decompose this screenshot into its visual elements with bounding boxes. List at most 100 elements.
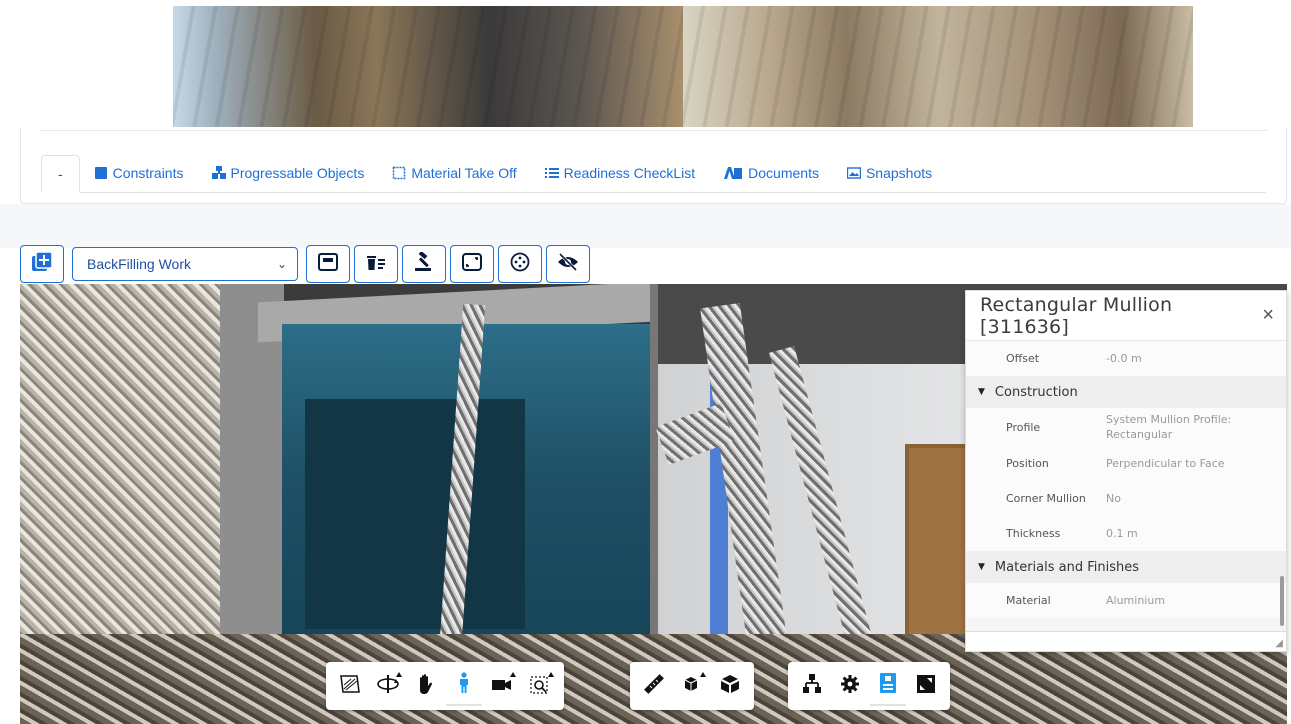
expand-button[interactable] (450, 245, 494, 283)
properties-footer: ◢ (966, 631, 1286, 651)
properties-icon (879, 672, 897, 699)
first-person-icon (456, 671, 472, 699)
tab-constraints[interactable]: Constraints (80, 154, 198, 192)
gavel-icon (413, 250, 435, 277)
property-value: System Mullion Profile: Rectangular (1106, 413, 1232, 441)
add-activity-button[interactable] (20, 245, 64, 283)
pan-icon (416, 673, 436, 700)
property-key: Position (1006, 457, 1049, 470)
section-construction[interactable]: ▼ Construction (966, 376, 1286, 408)
section-label: Materials and Finishes (994, 559, 1140, 575)
expand-arrow-icon (548, 672, 554, 677)
fullscreen-icon (916, 674, 936, 699)
square-icon (94, 166, 108, 180)
tab-label: Readiness CheckList (563, 165, 696, 181)
property-key: Profile (1006, 420, 1041, 434)
model-browser-button[interactable] (712, 666, 748, 706)
orbit-button[interactable] (370, 666, 406, 706)
section-label: Construction (994, 384, 1078, 400)
property-row: Material Aluminium (966, 583, 1286, 618)
pan-button[interactable] (408, 666, 444, 706)
tab-label: Constraints (112, 165, 184, 181)
property-key: Corner Mullion (1006, 492, 1086, 505)
tab-bar: - Constraints Progressable Objects Mater… (41, 155, 1266, 193)
image-icon (846, 166, 862, 180)
documents-icon (723, 166, 743, 180)
caret-down-icon: ▼ (978, 562, 985, 572)
mullion (650, 284, 658, 684)
tab-label: Material Take Off (411, 165, 517, 181)
delete-list-button[interactable] (354, 245, 398, 283)
chevron-down-icon: ⌄ (276, 257, 287, 271)
model-tools-toolbar (630, 662, 754, 710)
navigation-toolbar (326, 662, 564, 710)
scrollbar[interactable] (1280, 576, 1284, 626)
section-analysis-button[interactable] (332, 666, 368, 706)
tab-material-take-off[interactable]: Material Take Off (378, 154, 530, 192)
property-row: Corner Mullion No (966, 481, 1286, 516)
gear-icon (840, 674, 860, 699)
expand-arrow-icon (510, 672, 516, 677)
property-value: 0.1 m (1106, 527, 1138, 540)
expand-arrow-icon (396, 672, 402, 677)
section-materials-and-finishes[interactable]: ▼ Materials and Finishes (966, 551, 1286, 583)
section-analysis-icon (339, 674, 361, 699)
property-value: Perpendicular to Face (1106, 457, 1225, 470)
tab-documents[interactable]: Documents (709, 154, 833, 192)
property-row: Position Perpendicular to Face (966, 446, 1286, 481)
tab-label: Progressable Objects (230, 165, 365, 181)
activity-toolbar: BackFilling Work ⌄ (20, 244, 590, 284)
hide-button[interactable] (546, 245, 590, 283)
property-row: Thickness 0.1 m (966, 516, 1286, 551)
fullscreen-button[interactable] (908, 666, 944, 706)
settings-button[interactable] (832, 666, 868, 706)
add-layer-icon (32, 250, 53, 277)
property-key: Thickness (1006, 527, 1061, 540)
properties-button[interactable] (870, 666, 906, 706)
measure-icon (643, 673, 665, 700)
tab-label: Documents (748, 165, 819, 181)
model-browser-icon (719, 673, 741, 700)
property-row: Profile System Mullion Profile: Rectangu… (966, 408, 1286, 446)
structure-tree-icon (801, 673, 823, 700)
window-icon (318, 252, 338, 276)
property-key: Offset (1006, 352, 1040, 365)
properties-list[interactable]: Offset -0.0 m ▼ Construction Profile Sys… (966, 341, 1286, 631)
tab-card: - Constraints Progressable Objects Mater… (20, 127, 1287, 204)
properties-panel: Rectangular Mullion [311636] × Offset -0… (965, 290, 1287, 652)
measure-button[interactable] (636, 666, 672, 706)
target-button[interactable] (498, 245, 542, 283)
resize-grip-icon[interactable]: ◢ (1275, 638, 1283, 649)
settings-toolbar (788, 662, 950, 710)
structure-tree-button[interactable] (794, 666, 830, 706)
activity-select-value: BackFilling Work (87, 256, 191, 272)
photo-strip (173, 6, 1193, 127)
expand-arrow-icon (700, 672, 706, 677)
close-icon[interactable]: × (1262, 304, 1274, 327)
property-value: No (1106, 492, 1121, 505)
activity-select[interactable]: BackFilling Work ⌄ (72, 247, 298, 281)
property-value: -0.0 m (1106, 352, 1142, 365)
caret-down-icon: ▼ (978, 387, 985, 397)
tab-snapshots[interactable]: Snapshots (833, 154, 946, 192)
target-icon (510, 252, 530, 277)
site-photo[interactable] (173, 6, 683, 127)
tab-progressable-objects[interactable]: Progressable Objects (197, 154, 378, 192)
list-icon (544, 166, 559, 180)
properties-title: Rectangular Mullion [311636] (980, 293, 1173, 338)
properties-header: Rectangular Mullion [311636] × (966, 291, 1286, 341)
take-off-icon (392, 166, 406, 180)
gavel-button[interactable] (402, 245, 446, 283)
spacer-band (0, 204, 1291, 248)
tab-readiness-checklist[interactable]: Readiness CheckList (531, 154, 710, 192)
window-button[interactable] (306, 245, 350, 283)
tab-dash[interactable]: - (41, 155, 80, 193)
explode-model-button[interactable] (674, 666, 710, 706)
cubes-icon (211, 166, 227, 180)
fit-to-view-button[interactable] (522, 666, 558, 706)
camera-button[interactable] (484, 666, 520, 706)
first-person-button[interactable] (446, 666, 482, 706)
trash-list-icon (366, 253, 386, 276)
site-photo[interactable] (683, 6, 1193, 127)
curtain-panel (305, 399, 525, 629)
